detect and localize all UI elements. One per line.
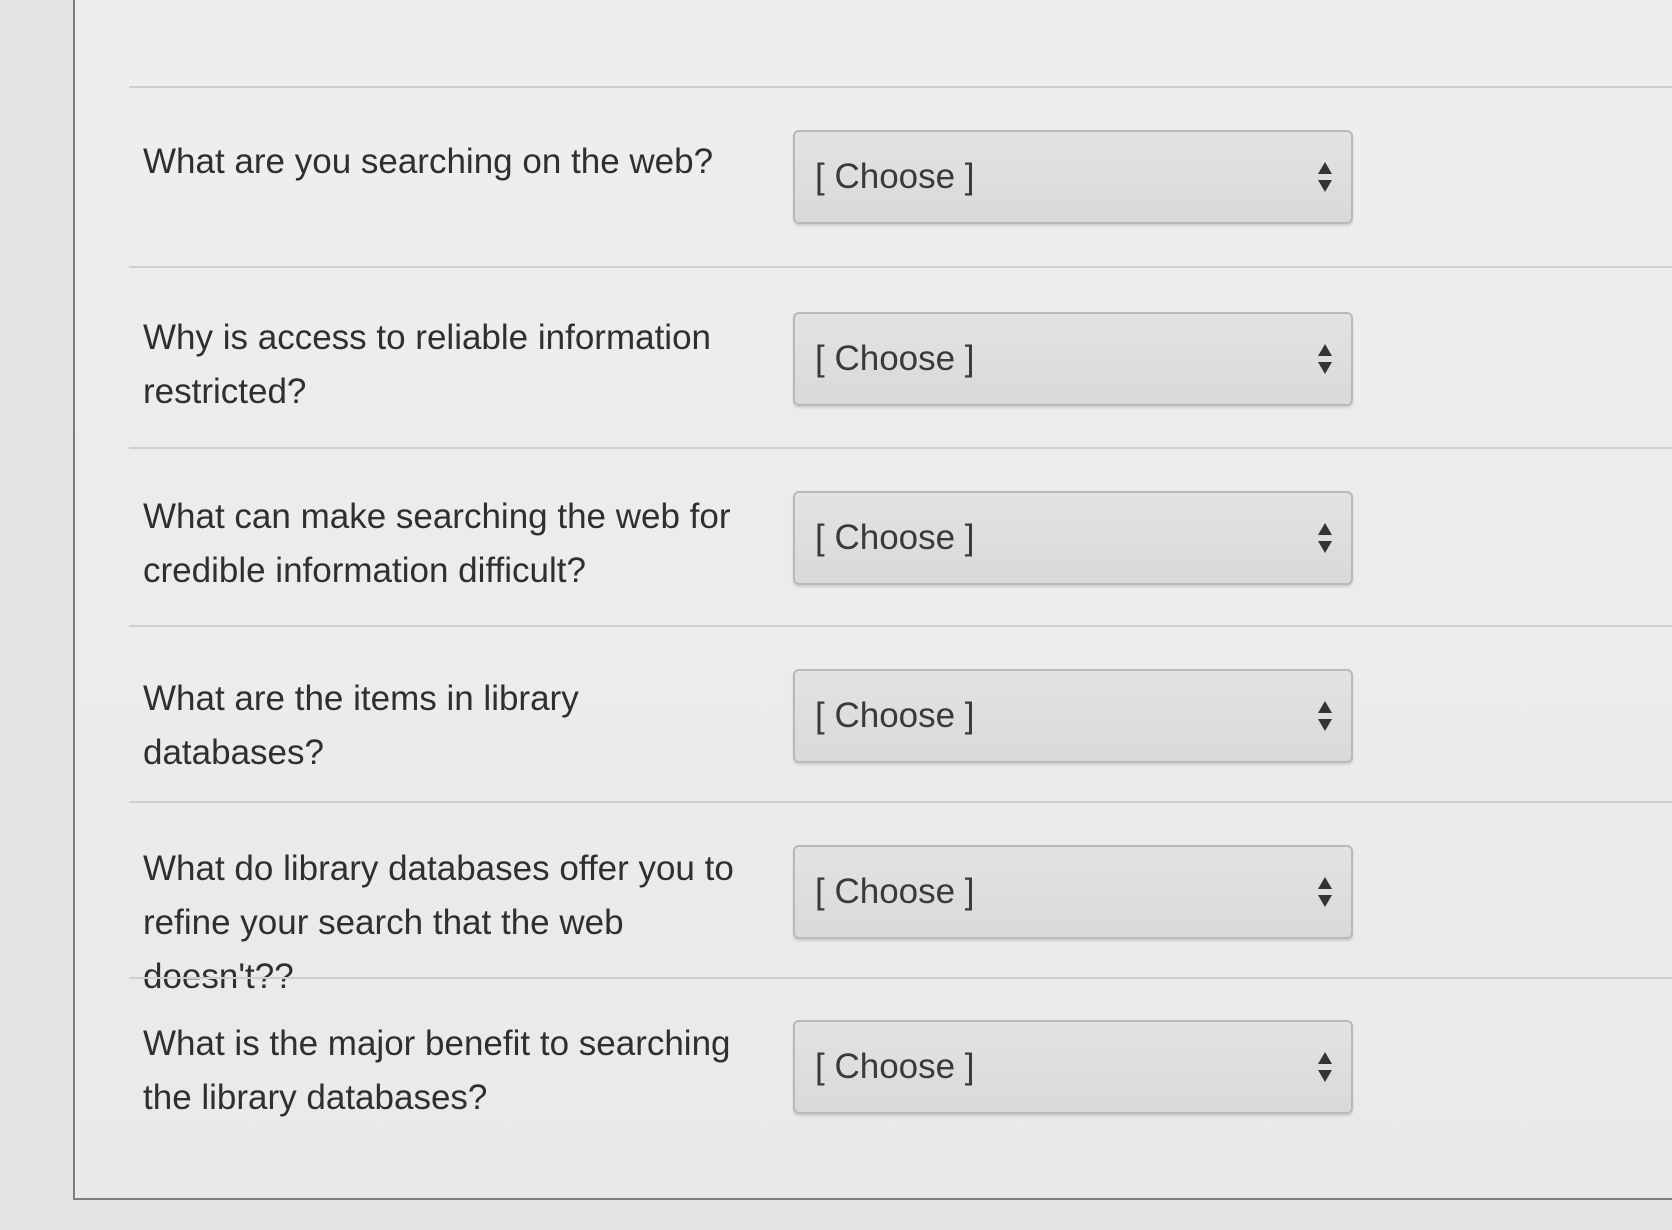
divider [129,801,1672,803]
quiz-panel: What are you searching on the web? [ Cho… [73,0,1672,1200]
select-value: [ Choose ] [815,157,975,196]
up-down-arrows-icon [1317,521,1333,555]
select-value: [ Choose ] [815,872,975,911]
divider [129,266,1672,268]
up-down-arrows-icon [1317,699,1333,733]
question-3-select[interactable]: [ Choose ] [793,491,1353,585]
question-1-select[interactable]: [ Choose ] [793,130,1353,224]
divider [129,625,1672,627]
select-value: [ Choose ] [815,339,975,378]
question-1-label: What are you searching on the web? [143,142,714,181]
question-6-select[interactable]: [ Choose ] [793,1020,1353,1114]
select-value: [ Choose ] [815,518,975,557]
question-2-label: Why is access to reliable information re… [143,318,711,411]
select-value: [ Choose ] [815,696,975,735]
divider [129,447,1672,449]
divider [129,86,1672,88]
question-6-label: What is the major benefit to searching t… [143,1024,731,1117]
question-3-label: What can make searching the web for cred… [143,497,731,590]
question-5-select[interactable]: [ Choose ] [793,845,1353,939]
question-5-label: What do library databases offer you to r… [143,849,734,996]
select-value: [ Choose ] [815,1047,975,1086]
question-2-select[interactable]: [ Choose ] [793,312,1353,406]
up-down-arrows-icon [1317,875,1333,909]
up-down-arrows-icon [1317,160,1333,194]
question-4-label: What are the items in library databases? [143,679,579,772]
divider [129,977,1672,979]
question-4-select[interactable]: [ Choose ] [793,669,1353,763]
up-down-arrows-icon [1317,1050,1333,1084]
up-down-arrows-icon [1317,342,1333,376]
